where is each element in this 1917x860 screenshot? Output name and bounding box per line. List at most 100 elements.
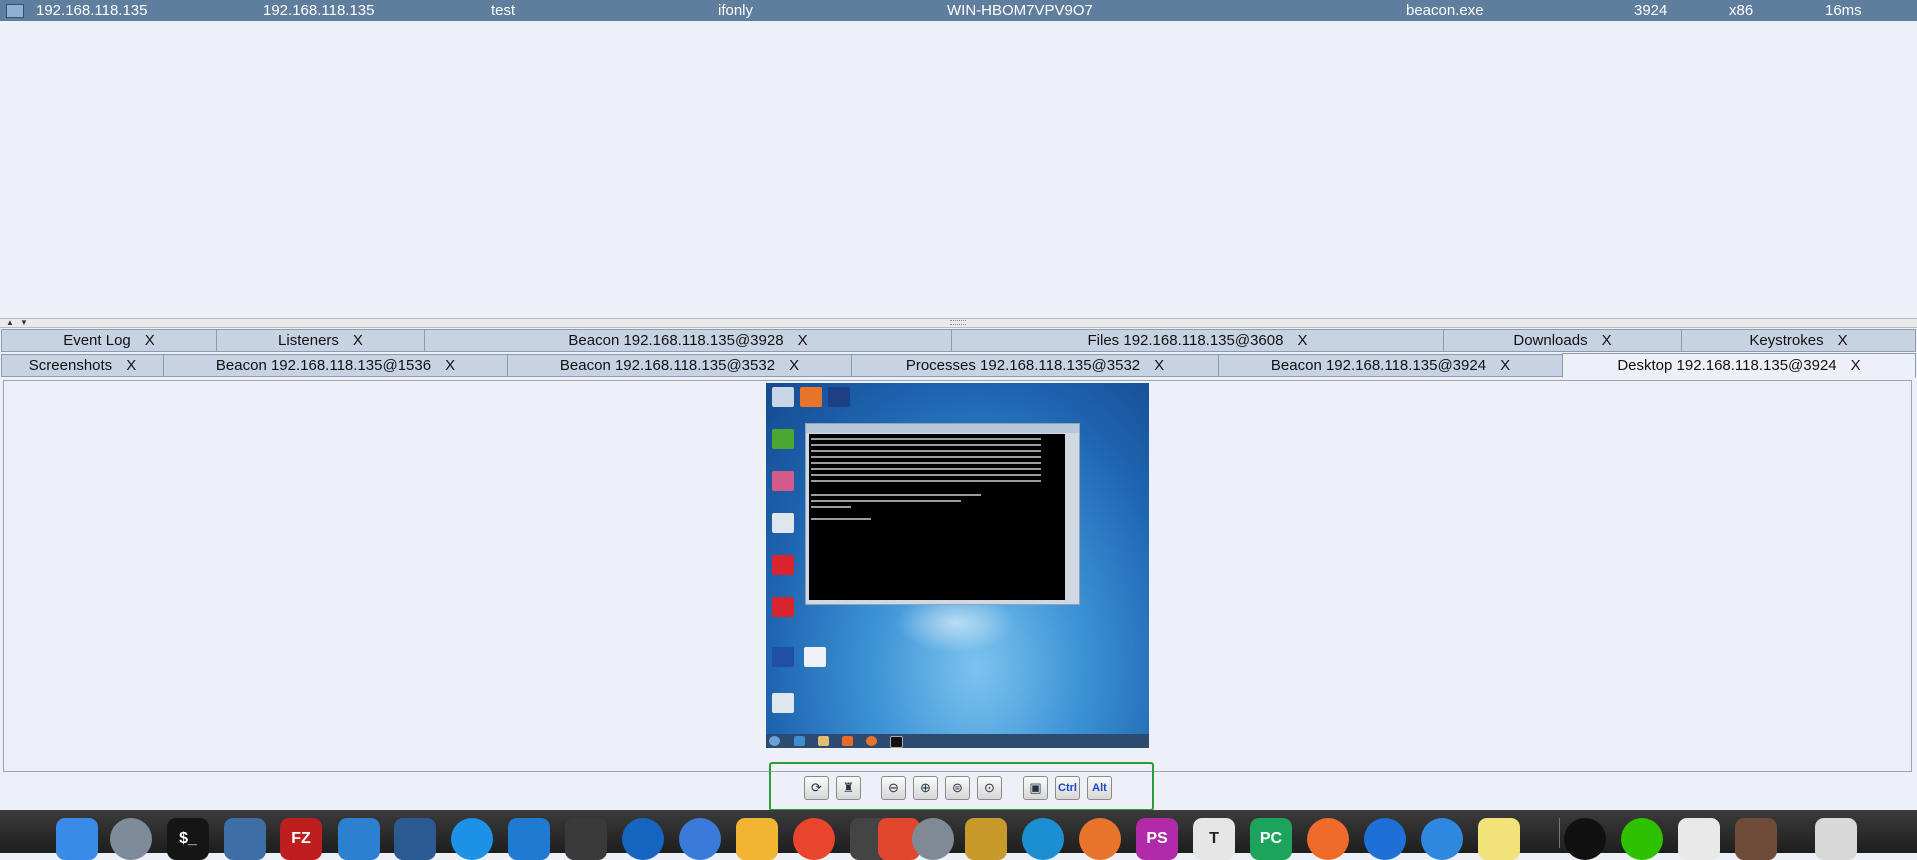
tab-label: Files 192.168.118.135@3608 xyxy=(1087,332,1284,349)
postman-icon[interactable] xyxy=(1307,818,1349,860)
dev-app-icon[interactable] xyxy=(772,647,794,667)
tab-close-button[interactable]: X xyxy=(1838,332,1848,349)
notes-yellow-icon[interactable] xyxy=(1478,818,1520,860)
docker-icon[interactable] xyxy=(451,818,493,860)
beacon-table-row[interactable]: 192.168.118.135 192.168.118.135 test ifo… xyxy=(0,0,1917,21)
tab-close-button[interactable]: X xyxy=(1500,357,1510,374)
collapse-up-icon[interactable]: ▲ xyxy=(6,318,14,327)
terminal-icon[interactable]: $_ xyxy=(167,818,209,860)
app-icon[interactable] xyxy=(965,818,1007,860)
tab-listeners[interactable]: Listeners X xyxy=(216,329,425,352)
tab-beacon-3924[interactable]: Beacon 192.168.118.135@3924 X xyxy=(1218,354,1563,377)
taskbar-ie-icon[interactable] xyxy=(794,736,805,746)
tab-desktop-3924[interactable]: Desktop 192.168.118.135@3924 X xyxy=(1562,353,1916,378)
tab-downloads[interactable]: Downloads X xyxy=(1443,329,1682,352)
chrome-icon[interactable] xyxy=(793,818,835,860)
macos-dock: $_ FZ PS T PC xyxy=(0,810,1917,860)
tab-processes-3532[interactable]: Processes 192.168.118.135@3532 X xyxy=(851,354,1219,377)
vscode-icon[interactable] xyxy=(508,818,550,860)
tab-close-button[interactable]: X xyxy=(1602,332,1612,349)
zoom-fit-button[interactable]: ⊜ xyxy=(945,776,970,800)
beacon-arch: x86 xyxy=(1729,2,1754,19)
virtualbox-icon[interactable] xyxy=(394,818,436,860)
zoom-reset-button[interactable]: ⊙ xyxy=(977,776,1002,800)
file-icon[interactable] xyxy=(804,647,826,667)
desktop-app-icon[interactable] xyxy=(772,693,794,713)
taskbar-media-icon[interactable] xyxy=(842,736,853,746)
tab-keystrokes[interactable]: Keystrokes X xyxy=(1681,329,1916,352)
phpstorm-icon[interactable]: PS xyxy=(1136,818,1178,860)
cmd-window[interactable] xyxy=(805,423,1080,605)
app-icon[interactable] xyxy=(1364,818,1406,860)
tab-close-button[interactable]: X xyxy=(1297,332,1307,349)
firefox-icon[interactable] xyxy=(1079,818,1121,860)
tab-label: Keystrokes xyxy=(1749,332,1824,349)
tab-close-button[interactable]: X xyxy=(1851,357,1861,374)
tab-beacon-3532[interactable]: Beacon 192.168.118.135@3532 X xyxy=(507,354,852,377)
beacon-table-pane xyxy=(0,21,1917,318)
remote-desktop-screenshot[interactable] xyxy=(766,383,1149,748)
desktop-app-icon[interactable] xyxy=(772,471,794,491)
tab-files-3608[interactable]: Files 192.168.118.135@3608 X xyxy=(951,329,1444,352)
screenshot-button[interactable]: ▣ xyxy=(1023,776,1048,800)
flag-icon[interactable] xyxy=(772,555,794,575)
tab-close-button[interactable]: X xyxy=(445,357,455,374)
finder-icon[interactable] xyxy=(56,818,98,860)
start-button[interactable] xyxy=(769,736,780,746)
collapse-down-icon[interactable]: ▼ xyxy=(20,318,28,327)
sublime-icon[interactable] xyxy=(565,818,607,860)
time-machine-icon[interactable] xyxy=(912,818,954,860)
taskbar-firefox-icon[interactable] xyxy=(866,736,877,746)
pycharm-icon[interactable]: PC xyxy=(1250,818,1292,860)
tab-screenshots[interactable]: Screenshots X xyxy=(1,354,164,377)
desktop-app-icon[interactable] xyxy=(772,429,794,449)
divider-grip-icon[interactable] xyxy=(950,320,966,325)
launchpad-icon[interactable] xyxy=(110,818,152,860)
tab-beacon-3928[interactable]: Beacon 192.168.118.135@3928 X xyxy=(424,329,952,352)
notes-icon[interactable] xyxy=(736,818,778,860)
flag-icon[interactable] xyxy=(772,597,794,617)
beacon-listener: test xyxy=(491,2,516,19)
tab-beacon-1536[interactable]: Beacon 192.168.118.135@1536 X xyxy=(163,354,508,377)
recycle-bin-icon[interactable] xyxy=(772,387,794,407)
zoom-in-button[interactable]: ⊕ xyxy=(913,776,938,800)
desktop-app-icon[interactable] xyxy=(772,513,794,533)
remote-desktop-icon[interactable] xyxy=(224,818,266,860)
swift-icon[interactable] xyxy=(622,818,664,860)
typora-icon[interactable]: T xyxy=(1193,818,1235,860)
vpn-icon[interactable] xyxy=(679,818,721,860)
beacon-pid: 3924 xyxy=(1634,2,1668,19)
firefox-desktop-icon[interactable] xyxy=(800,387,822,407)
alt-key-button[interactable]: Alt xyxy=(1087,776,1112,800)
tab-close-button[interactable]: X xyxy=(798,332,808,349)
tab-close-button[interactable]: X xyxy=(145,332,155,349)
tab-label: Event Log xyxy=(63,332,131,349)
cmd-title-bar[interactable] xyxy=(806,424,1079,433)
taskbar-cmd-icon[interactable] xyxy=(890,736,903,748)
network-icon[interactable] xyxy=(338,818,380,860)
ctrl-key-button[interactable]: Ctrl xyxy=(1055,776,1080,800)
zoom-out-button[interactable]: ⊖ xyxy=(881,776,906,800)
tab-close-button[interactable]: X xyxy=(353,332,363,349)
view-only-button[interactable]: ♜ xyxy=(836,776,861,800)
java-icon[interactable] xyxy=(1678,818,1720,860)
tab-label: Beacon 192.168.118.135@1536 xyxy=(215,357,432,374)
view-only-icon: ♜ xyxy=(842,780,855,795)
qq-icon[interactable] xyxy=(1564,818,1606,860)
tab-close-button[interactable]: X xyxy=(789,357,799,374)
tab-event-log[interactable]: Event Log X xyxy=(1,329,217,352)
trash-icon[interactable] xyxy=(1815,818,1857,860)
app-icon[interactable] xyxy=(1421,818,1463,860)
filezilla-icon[interactable]: FZ xyxy=(280,818,322,860)
shortcut-desktop-icon[interactable] xyxy=(828,387,850,407)
app-icon[interactable] xyxy=(1735,818,1777,860)
taskbar-folder-icon[interactable] xyxy=(818,736,829,746)
tab-close-button[interactable]: X xyxy=(1154,357,1164,374)
split-pane-divider[interactable]: ▲ ▼ xyxy=(0,318,1917,328)
beacon-last: 16ms xyxy=(1825,2,1862,19)
edge-icon[interactable] xyxy=(1022,818,1064,860)
wechat-icon[interactable] xyxy=(1621,818,1663,860)
tab-label: Desktop 192.168.118.135@3924 xyxy=(1617,357,1837,374)
tab-close-button[interactable]: X xyxy=(126,357,136,374)
refresh-button[interactable]: ⟳ xyxy=(804,776,829,800)
